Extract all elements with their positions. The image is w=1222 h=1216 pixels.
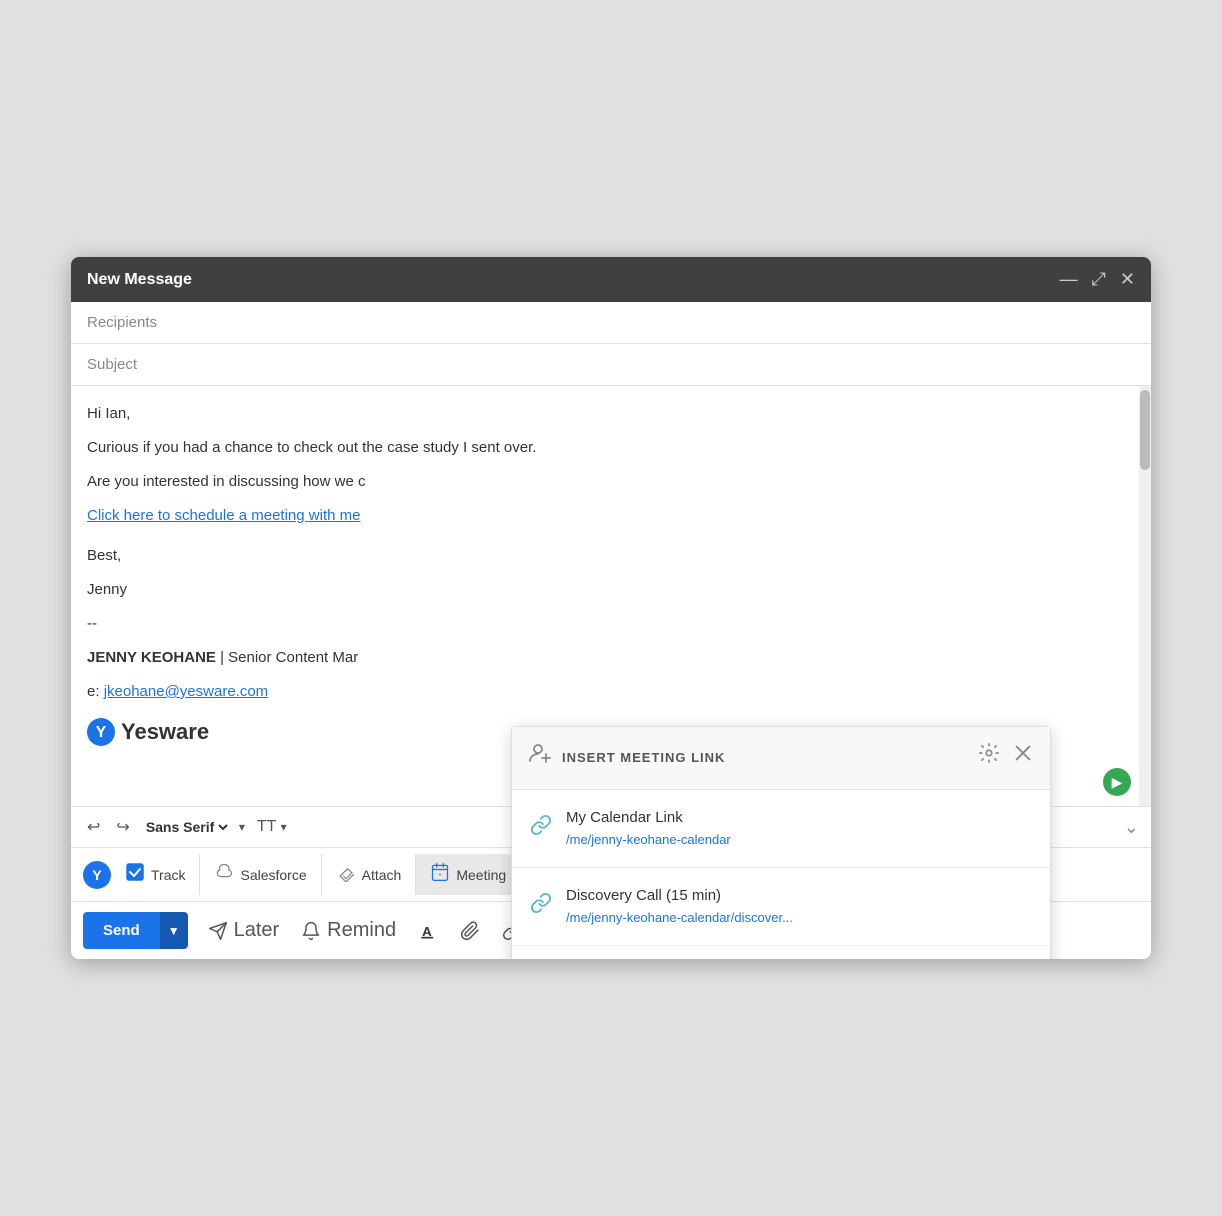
sig-separator: -- — [87, 612, 1135, 636]
meeting-item-url-1: /me/jenny-keohane-calendar/discover... — [566, 908, 793, 929]
meeting-item-content-1: Discovery Call (15 min) /me/jenny-keohan… — [566, 884, 793, 929]
meeting-link-line: Click here to schedule a meeting with me — [87, 504, 1135, 528]
track-label: Track — [151, 867, 185, 883]
salesforce-button[interactable]: Salesforce — [200, 854, 321, 895]
bell-icon — [301, 921, 321, 941]
dropdown-title: INSERT MEETING LINK — [562, 748, 966, 769]
dropdown-close-icon[interactable] — [1012, 742, 1034, 774]
dropdown-header: INSERT MEETING LINK — [512, 727, 1050, 790]
sig-title: | Senior Content Mar — [220, 649, 358, 666]
meeting-item-content-0: My Calendar Link /me/jenny-keohane-calen… — [566, 806, 731, 851]
text-size-arrow: ▾ — [281, 820, 287, 834]
meeting-item[interactable]: My Calendar Link /me/jenny-keohane-calen… — [512, 790, 1050, 868]
attach-label: Attach — [362, 867, 402, 883]
sig-full-name: JENNY KEOHANE | Senior Content Mar — [87, 646, 1135, 670]
settings-icon[interactable] — [978, 742, 1000, 774]
sig-name-line: Jenny — [87, 578, 1135, 602]
closing-line: Best, — [87, 544, 1135, 568]
meeting-item-1[interactable]: Discovery Call (15 min) /me/jenny-keohan… — [512, 868, 1050, 946]
meeting-item-2[interactable]: Intro Call (30 min) /me/jenny-keohane-ca… — [512, 946, 1050, 959]
greeting-line: Hi Ian, — [87, 402, 1135, 426]
font-dropdown-arrow: ▾ — [239, 820, 245, 834]
track-button[interactable]: Track — [111, 854, 200, 895]
scrollbar-thumb — [1140, 390, 1150, 470]
attach-icon — [336, 862, 356, 887]
calendar-icon — [430, 862, 450, 887]
green-action-button[interactable]: ▶ — [1103, 768, 1131, 796]
remind-label: Remind — [327, 919, 396, 942]
window-title: New Message — [87, 271, 192, 289]
text-size-button[interactable]: TT ▾ — [253, 816, 291, 838]
link-icon-0 — [530, 811, 552, 846]
link-icon-1 — [530, 889, 552, 924]
send-button[interactable]: Send — [83, 912, 160, 949]
close-button[interactable]: ✕ — [1120, 269, 1135, 290]
send-dropdown-button[interactable]: ▼ — [160, 912, 188, 949]
yesware-name: Yesware — [121, 714, 209, 749]
window-controls: — ⤢ ✕ — [1060, 269, 1136, 290]
email-signature: Best, Jenny -- JENNY KEOHANE | Senior Co… — [87, 544, 1135, 749]
attachment-button[interactable] — [452, 915, 488, 947]
salesforce-icon — [214, 862, 234, 887]
undo-button[interactable]: ↩ — [83, 815, 104, 839]
body-line1: Curious if you had a chance to check out… — [87, 436, 1135, 460]
person-add-icon — [528, 741, 552, 765]
sig-email-line: e: jkeohane@yesware.com — [87, 680, 1135, 704]
subject-row: Subject — [71, 344, 1151, 386]
text-size-label: TT — [257, 818, 276, 835]
sig-email-link[interactable]: jkeohane@yesware.com — [104, 683, 268, 700]
body-line2-text: Are you interested in discussing how we … — [87, 473, 365, 490]
recipients-label: Recipients — [87, 314, 167, 331]
title-bar: New Message — ⤢ ✕ — [71, 257, 1151, 302]
salesforce-label: Salesforce — [240, 867, 306, 883]
recipients-input[interactable] — [167, 314, 1135, 331]
send-group: Send ▼ — [83, 912, 188, 949]
svg-text:Y: Y — [96, 724, 107, 741]
later-icon — [208, 921, 228, 941]
svg-text:A: A — [422, 924, 432, 939]
body-line2: Are you interested in discussing how we … — [87, 470, 1135, 494]
more-options-button[interactable]: ⌄ — [1124, 817, 1139, 838]
track-icon — [125, 862, 145, 887]
add-person-icon — [528, 741, 552, 775]
later-label: Later — [234, 919, 280, 942]
compose-window: New Message — ⤢ ✕ Recipients Subject Hi … — [71, 257, 1151, 959]
yesware-y-icon: Y — [87, 718, 115, 746]
attach-button[interactable]: Attach — [322, 854, 417, 895]
recipients-row: Recipients — [71, 302, 1151, 344]
compose-body[interactable]: Hi Ian, Curious if you had a chance to c… — [71, 386, 1151, 806]
yesware-logo-button[interactable]: Y — [83, 861, 111, 889]
meeting-item-name-0: My Calendar Link — [566, 806, 731, 830]
body-content: Hi Ian, Curious if you had a chance to c… — [87, 402, 1135, 749]
scrollbar[interactable] — [1139, 386, 1151, 806]
text-format-button[interactable]: A — [410, 915, 446, 947]
sig-name: JENNY KEOHANE — [87, 649, 216, 666]
meeting-item-name-1: Discovery Call (15 min) — [566, 884, 793, 908]
sig-email-label: e: — [87, 683, 100, 700]
meeting-item-url-0: /me/jenny-keohane-calendar — [566, 830, 731, 851]
later-button[interactable]: Later — [200, 913, 288, 948]
minimize-button[interactable]: — — [1060, 269, 1078, 290]
meeting-link[interactable]: Click here to schedule a meeting with me — [87, 507, 360, 524]
redo-button[interactable]: ↪ — [112, 815, 133, 839]
font-selector[interactable]: Sans Serif — [142, 818, 231, 836]
subject-input[interactable] — [167, 356, 1135, 373]
remind-button[interactable]: Remind — [293, 913, 404, 948]
subject-label: Subject — [87, 356, 167, 373]
meeting-link-dropdown: INSERT MEETING LINK — [511, 726, 1051, 959]
paperclip-icon — [460, 921, 480, 941]
expand-button[interactable]: ⤢ — [1092, 269, 1106, 290]
